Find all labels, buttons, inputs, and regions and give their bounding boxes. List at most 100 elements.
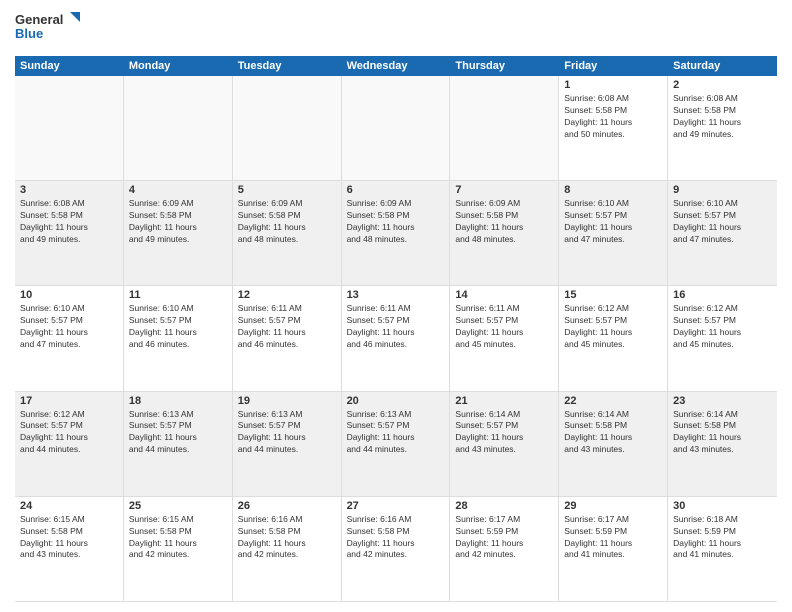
day-number: 19 bbox=[238, 395, 336, 407]
day-info: Sunrise: 6:10 AM Sunset: 5:57 PM Dayligh… bbox=[20, 303, 118, 351]
day-number: 29 bbox=[564, 500, 662, 512]
calendar-cell: 22 Sunrise: 6:14 AM Sunset: 5:58 PM Dayli… bbox=[559, 392, 668, 496]
calendar-cell: 11 Sunrise: 6:10 AM Sunset: 5:57 PM Dayli… bbox=[124, 286, 233, 390]
calendar-row: 3 Sunrise: 6:08 AM Sunset: 5:58 PM Daylig… bbox=[15, 181, 777, 286]
day-number: 20 bbox=[347, 395, 445, 407]
day-info: Sunrise: 6:17 AM Sunset: 5:59 PM Dayligh… bbox=[455, 514, 553, 562]
day-number: 1 bbox=[564, 79, 662, 91]
day-info: Sunrise: 6:13 AM Sunset: 5:57 PM Dayligh… bbox=[129, 409, 227, 457]
calendar-cell: 1Sunrise: 6:08 AM Sunset: 5:58 PM Daylig… bbox=[559, 76, 668, 180]
calendar-cell: 13Sunrise: 6:11 AM Sunset: 5:57 PM Dayli… bbox=[342, 286, 451, 390]
day-info: Sunrise: 6:16 AM Sunset: 5:58 PM Dayligh… bbox=[347, 514, 445, 562]
calendar-cell: 19 Sunrise: 6:13 AM Sunset: 5:57 PM Dayli… bbox=[233, 392, 342, 496]
logo-svg: General Blue bbox=[15, 10, 85, 48]
day-number: 25 bbox=[129, 500, 227, 512]
day-info: Sunrise: 6:15 AM Sunset: 5:58 PM Dayligh… bbox=[129, 514, 227, 562]
calendar-cell: 10 Sunrise: 6:10 AM Sunset: 5:57 PM Dayli… bbox=[15, 286, 124, 390]
day-number: 7 bbox=[455, 184, 553, 196]
day-number: 3 bbox=[20, 184, 118, 196]
calendar-cell: 2 Sunrise: 6:08 AM Sunset: 5:58 PM Daylig… bbox=[668, 76, 777, 180]
calendar-cell: 21Sunrise: 6:14 AM Sunset: 5:57 PM Dayli… bbox=[450, 392, 559, 496]
logo: General Blue bbox=[15, 10, 85, 48]
day-number: 30 bbox=[673, 500, 772, 512]
day-info: Sunrise: 6:11 AM Sunset: 5:57 PM Dayligh… bbox=[238, 303, 336, 351]
day-info: Sunrise: 6:09 AM Sunset: 5:58 PM Dayligh… bbox=[129, 198, 227, 246]
day-info: Sunrise: 6:18 AM Sunset: 5:59 PM Dayligh… bbox=[673, 514, 772, 562]
day-number: 22 bbox=[564, 395, 662, 407]
calendar-cell: 14Sunrise: 6:11 AM Sunset: 5:57 PM Dayli… bbox=[450, 286, 559, 390]
day-info: Sunrise: 6:12 AM Sunset: 5:57 PM Dayligh… bbox=[564, 303, 662, 351]
calendar-cell: 28 Sunrise: 6:17 AM Sunset: 5:59 PM Dayli… bbox=[450, 497, 559, 601]
header: General Blue bbox=[15, 10, 777, 48]
weekday-header: Monday bbox=[124, 56, 233, 76]
calendar-cell: 20 Sunrise: 6:13 AM Sunset: 5:57 PM Dayli… bbox=[342, 392, 451, 496]
calendar-cell: 18 Sunrise: 6:13 AM Sunset: 5:57 PM Dayli… bbox=[124, 392, 233, 496]
calendar-cell: 15 Sunrise: 6:12 AM Sunset: 5:57 PM Dayli… bbox=[559, 286, 668, 390]
weekday-header: Saturday bbox=[668, 56, 777, 76]
day-info: Sunrise: 6:16 AM Sunset: 5:58 PM Dayligh… bbox=[238, 514, 336, 562]
page: General Blue SundayMondayTuesdayWednesda… bbox=[0, 0, 792, 612]
calendar-cell: 26 Sunrise: 6:16 AM Sunset: 5:58 PM Dayli… bbox=[233, 497, 342, 601]
calendar-cell: 6 Sunrise: 6:09 AM Sunset: 5:58 PM Daylig… bbox=[342, 181, 451, 285]
day-info: Sunrise: 6:11 AM Sunset: 5:57 PM Dayligh… bbox=[347, 303, 445, 351]
day-info: Sunrise: 6:12 AM Sunset: 5:57 PM Dayligh… bbox=[20, 409, 118, 457]
calendar-cell: 4 Sunrise: 6:09 AM Sunset: 5:58 PM Daylig… bbox=[124, 181, 233, 285]
day-info: Sunrise: 6:08 AM Sunset: 5:58 PM Dayligh… bbox=[673, 93, 772, 141]
calendar-cell: 30 Sunrise: 6:18 AM Sunset: 5:59 PM Dayli… bbox=[668, 497, 777, 601]
calendar-cell: 3 Sunrise: 6:08 AM Sunset: 5:58 PM Daylig… bbox=[15, 181, 124, 285]
calendar-row: 24 Sunrise: 6:15 AM Sunset: 5:58 PM Dayli… bbox=[15, 497, 777, 602]
svg-text:General: General bbox=[15, 12, 63, 27]
day-info: Sunrise: 6:14 AM Sunset: 5:58 PM Dayligh… bbox=[564, 409, 662, 457]
weekday-header: Sunday bbox=[15, 56, 124, 76]
calendar-cell: 23Sunrise: 6:14 AM Sunset: 5:58 PM Dayli… bbox=[668, 392, 777, 496]
day-number: 14 bbox=[455, 289, 553, 301]
calendar-cell: 25 Sunrise: 6:15 AM Sunset: 5:58 PM Dayli… bbox=[124, 497, 233, 601]
calendar-row: 10 Sunrise: 6:10 AM Sunset: 5:57 PM Dayli… bbox=[15, 286, 777, 391]
day-number: 28 bbox=[455, 500, 553, 512]
calendar-cell bbox=[233, 76, 342, 180]
day-number: 4 bbox=[129, 184, 227, 196]
day-number: 23 bbox=[673, 395, 772, 407]
day-number: 26 bbox=[238, 500, 336, 512]
calendar-cell: 12 Sunrise: 6:11 AM Sunset: 5:57 PM Dayli… bbox=[233, 286, 342, 390]
calendar-cell bbox=[450, 76, 559, 180]
calendar-cell: 7Sunrise: 6:09 AM Sunset: 5:58 PM Daylig… bbox=[450, 181, 559, 285]
day-number: 15 bbox=[564, 289, 662, 301]
day-info: Sunrise: 6:08 AM Sunset: 5:58 PM Dayligh… bbox=[20, 198, 118, 246]
calendar-cell bbox=[15, 76, 124, 180]
day-info: Sunrise: 6:13 AM Sunset: 5:57 PM Dayligh… bbox=[238, 409, 336, 457]
calendar-row: 1 Sunrise: 6:08 AM Sunset: 5:58 PM Daylig… bbox=[15, 76, 777, 181]
day-info: Sunrise: 6:12 AM Sunset: 5:57 PM Dayligh… bbox=[673, 303, 772, 351]
calendar-row: 17Sunrise: 6:12 AM Sunset: 5:57 PM Dayli… bbox=[15, 392, 777, 497]
calendar-cell: 9Sunrise: 6:10 AM Sunset: 5:57 PM Daylig… bbox=[668, 181, 777, 285]
calendar-cell: 5Sunrise: 6:09 AM Sunset: 5:58 PM Daylig… bbox=[233, 181, 342, 285]
weekday-header: Tuesday bbox=[233, 56, 342, 76]
day-number: 16 bbox=[673, 289, 772, 301]
calendar-cell bbox=[124, 76, 233, 180]
day-number: 2 bbox=[673, 79, 772, 91]
day-info: Sunrise: 6:15 AM Sunset: 5:58 PM Dayligh… bbox=[20, 514, 118, 562]
day-info: Sunrise: 6:09 AM Sunset: 5:58 PM Dayligh… bbox=[347, 198, 445, 246]
day-number: 8 bbox=[564, 184, 662, 196]
day-info: Sunrise: 6:17 AM Sunset: 5:59 PM Dayligh… bbox=[564, 514, 662, 562]
calendar-cell: 17Sunrise: 6:12 AM Sunset: 5:57 PM Dayli… bbox=[15, 392, 124, 496]
day-number: 11 bbox=[129, 289, 227, 301]
weekday-header: Wednesday bbox=[342, 56, 451, 76]
day-info: Sunrise: 6:10 AM Sunset: 5:57 PM Dayligh… bbox=[129, 303, 227, 351]
day-number: 6 bbox=[347, 184, 445, 196]
day-number: 12 bbox=[238, 289, 336, 301]
calendar-body: 1 Sunrise: 6:08 AM Sunset: 5:58 PM Daylig… bbox=[15, 76, 777, 602]
day-info: Sunrise: 6:13 AM Sunset: 5:57 PM Dayligh… bbox=[347, 409, 445, 457]
day-info: Sunrise: 6:09 AM Sunset: 5:58 PM Dayligh… bbox=[238, 198, 336, 246]
calendar-cell: 24 Sunrise: 6:15 AM Sunset: 5:58 PM Dayli… bbox=[15, 497, 124, 601]
day-number: 24 bbox=[20, 500, 118, 512]
day-number: 10 bbox=[20, 289, 118, 301]
calendar-cell: 29 Sunrise: 6:17 AM Sunset: 5:59 PM Dayli… bbox=[559, 497, 668, 601]
calendar-cell: 8 Sunrise: 6:10 AM Sunset: 5:57 PM Daylig… bbox=[559, 181, 668, 285]
day-number: 18 bbox=[129, 395, 227, 407]
calendar-cell: 27 Sunrise: 6:16 AM Sunset: 5:58 PM Dayli… bbox=[342, 497, 451, 601]
calendar-cell bbox=[342, 76, 451, 180]
day-info: Sunrise: 6:10 AM Sunset: 5:57 PM Dayligh… bbox=[564, 198, 662, 246]
day-number: 27 bbox=[347, 500, 445, 512]
calendar: SundayMondayTuesdayWednesdayThursdayFrid… bbox=[15, 56, 777, 602]
